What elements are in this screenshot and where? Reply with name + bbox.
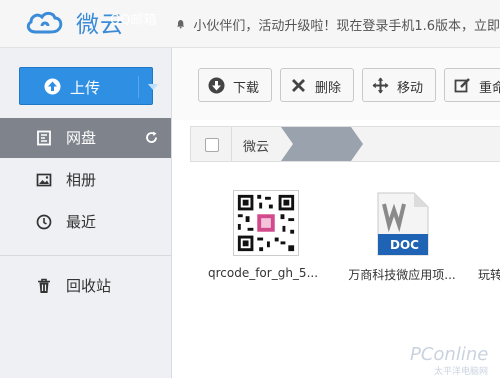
top-bar: 微云 小伙伴们，活动升级啦！现在登录手机1.6版本，立即 — [0, 0, 500, 48]
file-name-partial[interactable]: 玩转 — [478, 266, 500, 283]
delete-label: 删除 — [315, 81, 342, 96]
doc-badge: DOC — [390, 238, 419, 252]
breadcrumb-root[interactable]: 微云 — [243, 136, 269, 155]
download-button[interactable]: 下载 — [198, 68, 272, 102]
file-name: qrcode_for_gh_5... — [207, 266, 319, 280]
sidebar-item-label: 网盘 — [66, 129, 97, 147]
upload-icon — [44, 78, 61, 95]
disk-icon — [37, 130, 51, 146]
close-icon — [292, 79, 305, 92]
breadcrumb-divider — [231, 127, 232, 161]
select-all-checkbox[interactable] — [205, 138, 219, 152]
toolbar: 下载 删除 移动 重命 — [172, 48, 500, 120]
delete-button[interactable]: 删除 — [280, 68, 354, 102]
photo-icon — [36, 173, 52, 187]
file-item[interactable]: DOC 万商科技微应用项... — [340, 186, 464, 296]
sidebar-item-label: 回收站 — [66, 277, 112, 295]
upload-divider — [138, 76, 139, 98]
sidebar-item-recycle-bin[interactable]: 回收站 — [0, 266, 171, 306]
file-name: 万商科技微应用项... — [348, 268, 456, 282]
sidebar: 上传 网盘 相册 最近 回收站 — [0, 48, 172, 378]
refresh-icon[interactable] — [144, 130, 159, 145]
sidebar-item-disk[interactable]: 网盘 — [0, 118, 171, 158]
sidebar-divider — [0, 255, 171, 256]
rename-button[interactable]: 重命 — [444, 68, 500, 102]
move-icon — [372, 77, 389, 94]
breadcrumb-current[interactable]: QQ邮箱 — [110, 9, 156, 28]
download-label: 下载 — [233, 81, 260, 96]
qr-code-thumbnail — [233, 190, 299, 256]
breadcrumb: 微云 — [190, 126, 500, 162]
sidebar-item-photos[interactable]: 相册 — [0, 160, 171, 200]
move-label: 移动 — [397, 81, 424, 96]
notice-bar[interactable]: 小伙伴们，活动升级啦！现在登录手机1.6版本，立即 — [176, 13, 500, 35]
rename-label: 重命 — [479, 81, 500, 96]
chevron-down-icon[interactable] — [148, 84, 158, 90]
upload-button[interactable]: 上传 — [19, 67, 158, 105]
clock-icon — [36, 214, 52, 230]
sidebar-item-label: 相册 — [66, 171, 97, 189]
watermark-subtext: 太平洋电脑网 — [434, 367, 489, 377]
upload-label: 上传 — [70, 79, 101, 97]
sidebar-item-label: 最近 — [66, 213, 97, 231]
bell-icon — [176, 20, 185, 29]
file-item[interactable]: qrcode_for_gh_5... — [201, 186, 325, 296]
download-icon — [208, 77, 225, 94]
move-button[interactable]: 移动 — [362, 68, 436, 102]
notice-text: 小伙伴们，活动升级啦！现在登录手机1.6版本，立即 — [193, 18, 500, 34]
breadcrumb-current-bg — [281, 127, 363, 161]
edit-icon — [454, 78, 470, 93]
watermark-text: PConline — [410, 344, 489, 365]
trash-icon — [38, 278, 50, 293]
sidebar-item-recent[interactable]: 最近 — [0, 202, 171, 242]
